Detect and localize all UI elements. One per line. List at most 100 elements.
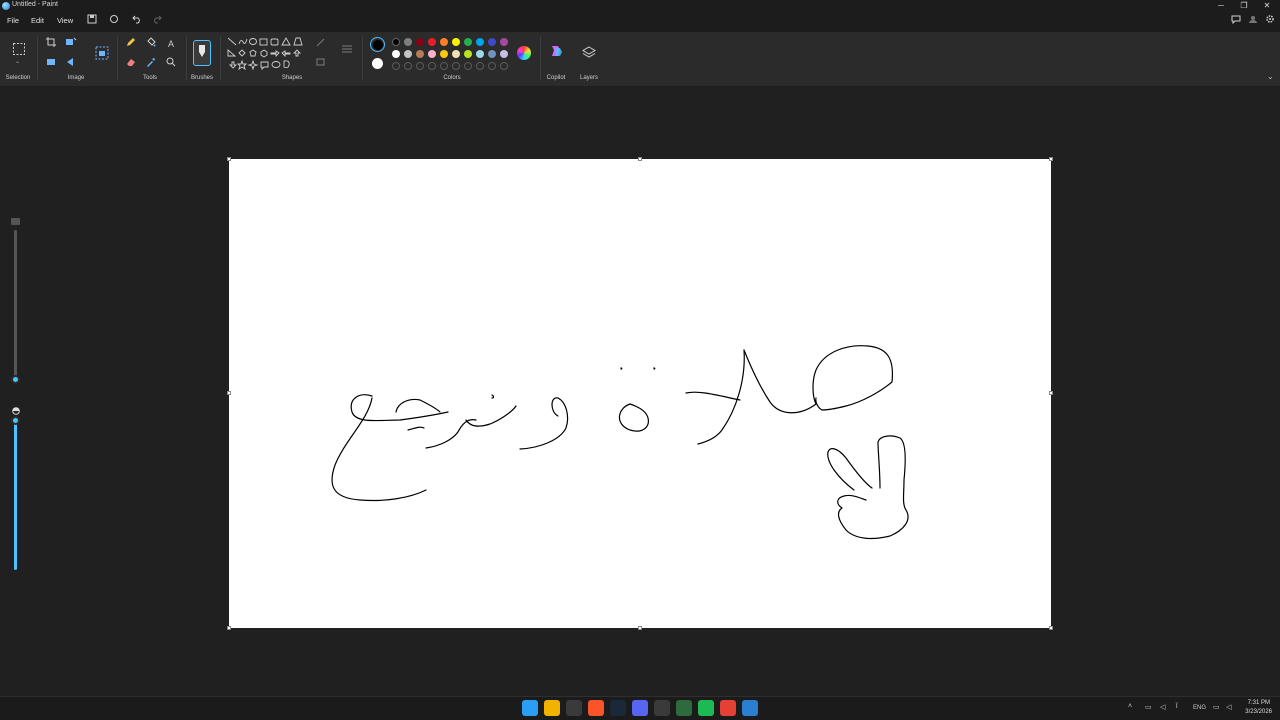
account-icon[interactable] bbox=[1246, 14, 1260, 28]
color-swatch[interactable] bbox=[476, 38, 484, 46]
image-insert-icon[interactable] bbox=[44, 57, 58, 71]
tray-microphone-icon[interactable]: ǐ bbox=[1176, 703, 1178, 710]
tray-overflow-chevron-icon[interactable]: ˄ bbox=[1128, 703, 1132, 710]
brush-size-slider[interactable] bbox=[14, 230, 17, 380]
save-icon[interactable] bbox=[85, 14, 99, 28]
custom-color-slot[interactable] bbox=[476, 62, 484, 70]
custom-color-slot[interactable] bbox=[440, 62, 448, 70]
color-swatch[interactable] bbox=[464, 50, 472, 58]
tray-volume-icon[interactable]: ◁ bbox=[1160, 703, 1165, 711]
shape-size-icon[interactable] bbox=[340, 44, 354, 58]
tray-network-icon[interactable]: ▭ bbox=[1145, 703, 1152, 711]
menu-edit[interactable]: Edit bbox=[31, 16, 44, 25]
fill-icon[interactable] bbox=[144, 37, 158, 51]
tray-date[interactable]: 3/23/2026 bbox=[1240, 709, 1272, 715]
crop-icon[interactable] bbox=[44, 37, 58, 51]
share-icon[interactable] bbox=[107, 14, 121, 28]
resize-handle-top[interactable] bbox=[638, 157, 642, 161]
color-swatch[interactable] bbox=[488, 38, 496, 46]
paint-icon[interactable] bbox=[742, 700, 758, 716]
photo-icon[interactable] bbox=[676, 700, 692, 716]
resize-icon[interactable] bbox=[64, 37, 78, 51]
color-swatch[interactable] bbox=[428, 50, 436, 58]
undo-icon[interactable] bbox=[130, 14, 144, 28]
resize-handle-bottom[interactable] bbox=[638, 626, 642, 630]
color-swatch[interactable] bbox=[428, 38, 436, 46]
file-explorer-icon[interactable] bbox=[544, 700, 560, 716]
minimize-button[interactable]: ─ bbox=[1210, 0, 1232, 12]
custom-color-slot[interactable] bbox=[464, 62, 472, 70]
ribbon-collapse-chevron-icon[interactable]: ⌄ bbox=[1267, 72, 1274, 81]
discord-icon[interactable] bbox=[632, 700, 648, 716]
resize-handle-right[interactable] bbox=[1049, 391, 1053, 395]
color-swatch[interactable] bbox=[452, 50, 460, 58]
eraser-icon[interactable] bbox=[124, 57, 138, 71]
settings-icon[interactable] bbox=[1263, 14, 1277, 28]
menu-view[interactable]: View bbox=[57, 16, 73, 25]
image-select-icon[interactable] bbox=[95, 46, 109, 60]
opacity-thumb[interactable] bbox=[11, 416, 20, 425]
brushes-button[interactable] bbox=[193, 40, 211, 66]
brave-icon[interactable] bbox=[588, 700, 604, 716]
menu-file[interactable]: File bbox=[7, 16, 19, 25]
copilot-icon[interactable] bbox=[549, 44, 563, 58]
brush-size-thumb[interactable] bbox=[11, 375, 20, 384]
color-picker-icon[interactable] bbox=[144, 57, 158, 71]
drawing-canvas[interactable] bbox=[229, 159, 1051, 628]
custom-color-slot[interactable] bbox=[488, 62, 496, 70]
color-swatch[interactable] bbox=[440, 38, 448, 46]
shapes-gallery[interactable] bbox=[226, 36, 306, 74]
resize-handle-bottom-left[interactable] bbox=[227, 626, 231, 630]
custom-color-slot[interactable] bbox=[428, 62, 436, 70]
notification-icon[interactable] bbox=[1229, 14, 1243, 28]
color-swatch[interactable] bbox=[404, 50, 412, 58]
spotify-icon[interactable] bbox=[698, 700, 714, 716]
tray-speaker-icon[interactable]: ◁ bbox=[1226, 703, 1231, 711]
color-swatch[interactable] bbox=[416, 50, 424, 58]
custom-color-slot[interactable] bbox=[500, 62, 508, 70]
chrome-icon[interactable] bbox=[720, 700, 736, 716]
selection-dropdown-chevron-icon[interactable]: ⌄ bbox=[15, 58, 20, 65]
color-swatch[interactable] bbox=[392, 50, 400, 58]
color-swatch[interactable] bbox=[392, 38, 400, 46]
secondary-color-swatch[interactable] bbox=[372, 58, 383, 69]
resize-handle-left[interactable] bbox=[227, 391, 231, 395]
resize-handle-top-right[interactable] bbox=[1049, 157, 1053, 161]
magnifier-icon[interactable] bbox=[164, 57, 178, 71]
steam-icon[interactable] bbox=[610, 700, 626, 716]
maximize-button[interactable]: ❐ bbox=[1233, 0, 1255, 12]
tray-language[interactable]: ENG bbox=[1193, 705, 1206, 711]
primary-color-button[interactable] bbox=[370, 37, 385, 52]
custom-color-slot[interactable] bbox=[416, 62, 424, 70]
redo-icon[interactable] bbox=[150, 14, 164, 28]
color-swatch[interactable] bbox=[440, 50, 448, 58]
close-button[interactable]: ✕ bbox=[1256, 0, 1278, 12]
custom-color-slot[interactable] bbox=[452, 62, 460, 70]
color-swatch[interactable] bbox=[404, 38, 412, 46]
color-swatch[interactable] bbox=[500, 38, 508, 46]
resize-handle-bottom-right[interactable] bbox=[1049, 626, 1053, 630]
edit-colors-icon[interactable] bbox=[517, 46, 531, 60]
tray-display-icon[interactable]: ▭ bbox=[1213, 703, 1220, 711]
color-swatch[interactable] bbox=[488, 50, 496, 58]
color-swatch[interactable] bbox=[476, 50, 484, 58]
pencil-icon[interactable] bbox=[124, 37, 138, 51]
selection-tool-icon[interactable] bbox=[11, 42, 27, 58]
text-tool-icon[interactable]: A bbox=[164, 37, 178, 51]
color-swatch[interactable] bbox=[452, 38, 460, 46]
custom-color-slot[interactable] bbox=[392, 62, 400, 70]
start-icon[interactable] bbox=[522, 700, 538, 716]
tray-time[interactable]: 7:31 PM bbox=[1240, 700, 1270, 706]
terminal-icon[interactable] bbox=[654, 700, 670, 716]
shape-outline-icon[interactable] bbox=[314, 38, 328, 52]
color-swatch[interactable] bbox=[416, 38, 424, 46]
layers-icon[interactable] bbox=[582, 46, 596, 60]
shape-fill-icon[interactable] bbox=[314, 57, 328, 71]
resize-handle-top-left[interactable] bbox=[227, 157, 231, 161]
color-swatch[interactable] bbox=[464, 38, 472, 46]
calendar-icon[interactable] bbox=[566, 700, 582, 716]
color-swatch[interactable] bbox=[500, 50, 508, 58]
opacity-slider[interactable] bbox=[14, 420, 17, 570]
custom-color-slot[interactable] bbox=[404, 62, 412, 70]
rotate-icon[interactable] bbox=[64, 57, 78, 71]
